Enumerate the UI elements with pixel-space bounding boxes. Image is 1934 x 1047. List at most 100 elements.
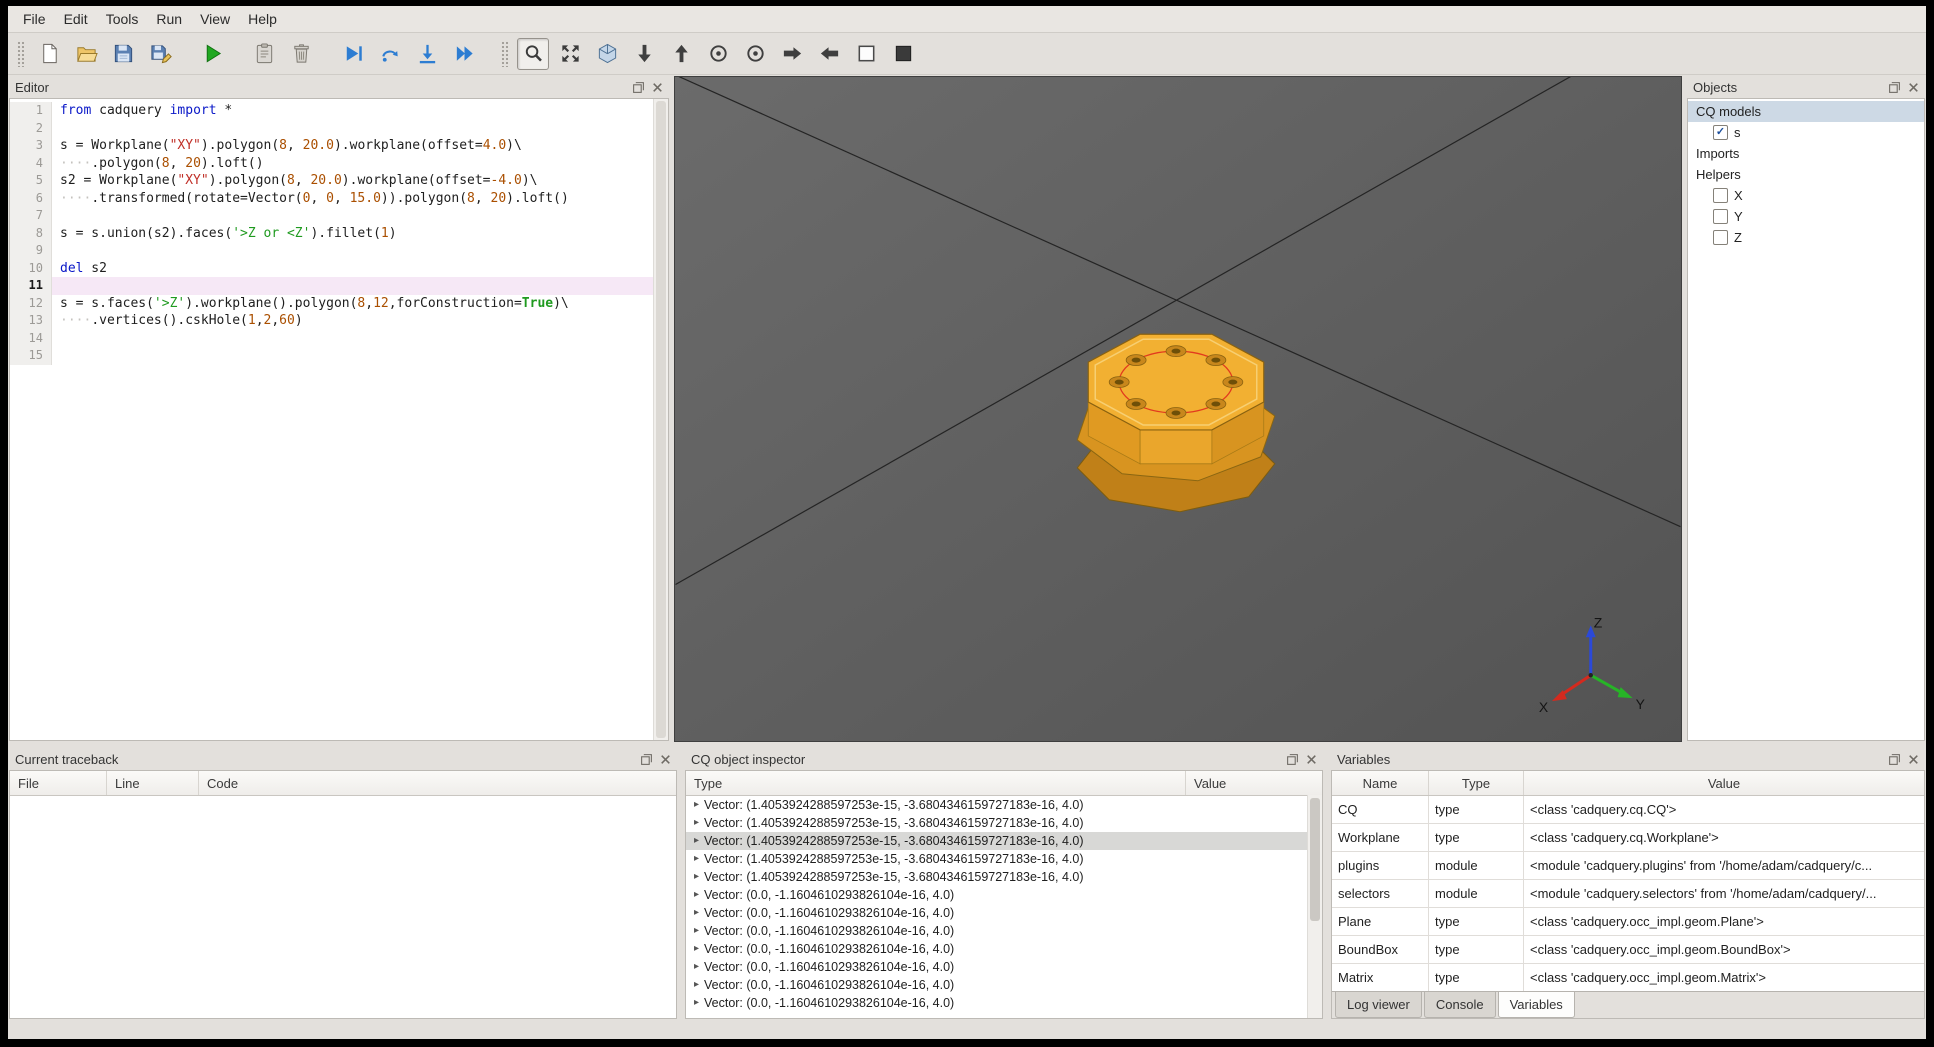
delete-button[interactable] [285, 38, 317, 70]
code-line[interactable]: 7 [10, 207, 654, 225]
code-line[interactable]: 6 ····.transformed(rotate=Vector(0, 0, 15… [10, 189, 654, 207]
variable-row[interactable]: selectors module <module 'cadquery.selecto… [1332, 880, 1924, 908]
code-editor[interactable]: 1 from cadquery import * 2 3 s = Workplane("… [9, 98, 669, 741]
debug-button[interactable] [337, 38, 369, 70]
float-panel-button[interactable] [1285, 751, 1301, 767]
inspector-row[interactable]: ▸ Vector: (1.4053924288597253e-15, -3.680… [686, 850, 1308, 868]
column-header-type[interactable]: Type [1429, 771, 1524, 795]
editor-scrollbar[interactable] [653, 99, 668, 740]
close-panel-button[interactable] [658, 751, 674, 767]
continue-button[interactable] [448, 38, 480, 70]
expand-arrow-icon[interactable]: ▸ [686, 940, 704, 958]
clipboard-button[interactable] [248, 38, 280, 70]
viewport-canvas[interactable]: Z X Y [675, 77, 1681, 741]
checkbox-s[interactable]: ✓ [1713, 125, 1728, 140]
inspector-row[interactable]: ▸ Vector: (0.0, -1.1604610293826104e-16, … [686, 922, 1308, 940]
code-line[interactable]: 15 [10, 347, 654, 365]
expand-arrow-icon[interactable]: ▸ [686, 994, 704, 1012]
code-line[interactable]: 8 s = s.union(s2).faces('>Z or <Z').fille… [10, 224, 654, 242]
close-panel-button[interactable] [1906, 751, 1922, 767]
column-header-line[interactable]: Line [107, 771, 199, 795]
column-header-name[interactable]: Name [1332, 771, 1429, 795]
checkbox-y[interactable] [1713, 209, 1728, 224]
inspector-row[interactable]: ▸ Vector: (1.4053924288597253e-15, -3.680… [686, 868, 1308, 886]
step-into-button[interactable] [411, 38, 443, 70]
toolbar-handle[interactable] [501, 40, 508, 67]
code-line[interactable]: 2 [10, 119, 654, 137]
code-line[interactable]: 14 [10, 329, 654, 347]
code-line[interactable]: 13 ····.vertices().cskHole(1,2,60) [10, 312, 654, 330]
tab-console[interactable]: Console [1423, 992, 1496, 1018]
menu-file[interactable]: File [14, 6, 55, 32]
expand-arrow-icon[interactable]: ▸ [686, 832, 704, 850]
column-header-value[interactable]: Value [1186, 771, 1322, 795]
close-panel-button[interactable] [1304, 751, 1320, 767]
tree-group-imports[interactable]: Imports [1688, 143, 1924, 164]
code-line[interactable]: 10 del s2 [10, 259, 654, 277]
inspector-row[interactable]: ▸ Vector: (0.0, -1.1604610293826104e-16, … [686, 940, 1308, 958]
close-panel-button[interactable] [650, 79, 666, 95]
iso-view-button[interactable] [591, 38, 623, 70]
checkbox-z[interactable] [1713, 230, 1728, 245]
new-file-button[interactable] [33, 38, 65, 70]
expand-arrow-icon[interactable]: ▸ [686, 796, 704, 814]
code-line[interactable]: 9 [10, 242, 654, 260]
expand-arrow-icon[interactable]: ▸ [686, 976, 704, 994]
code-line[interactable]: 3 s = Workplane("XY").polygon(8, 20.0).wo… [10, 137, 654, 155]
code-line[interactable]: 4 ····.polygon(8, 20).loft() [10, 154, 654, 172]
variable-row[interactable]: plugins module <module 'cadquery.plugins' … [1332, 852, 1924, 880]
tree-item-x[interactable]: X [1688, 185, 1924, 206]
close-panel-button[interactable] [1906, 79, 1922, 95]
save-as-button[interactable] [144, 38, 176, 70]
column-header-file[interactable]: File [10, 771, 107, 795]
rear-view-button[interactable] [739, 38, 771, 70]
shaded-button[interactable] [887, 38, 919, 70]
fit-all-button[interactable] [554, 38, 586, 70]
tree-item-s[interactable]: ✓ s [1688, 122, 1924, 143]
open-button[interactable] [70, 38, 102, 70]
menu-tools[interactable]: Tools [97, 6, 148, 32]
menu-help[interactable]: Help [239, 6, 286, 32]
expand-arrow-icon[interactable]: ▸ [686, 904, 704, 922]
expand-arrow-icon[interactable]: ▸ [686, 886, 704, 904]
editor-scrollbar-thumb[interactable] [656, 101, 666, 738]
right-view-button[interactable] [813, 38, 845, 70]
code-area[interactable]: 1 from cadquery import * 2 3 s = Workplane("… [10, 99, 654, 740]
inspector-row[interactable]: ▸ Vector: (0.0, -1.1604610293826104e-16, … [686, 886, 1308, 904]
render-button[interactable] [196, 38, 228, 70]
inspector-row[interactable]: ▸ Vector: (0.0, -1.1604610293826104e-16, … [686, 904, 1308, 922]
column-header-type[interactable]: Type [686, 771, 1186, 795]
tab-variables[interactable]: Variables [1497, 992, 1575, 1018]
float-panel-button[interactable] [1887, 79, 1903, 95]
variable-row[interactable]: Plane type <class 'cadquery.occ_impl.geom.… [1332, 908, 1924, 936]
inspector-row[interactable]: ▸ Vector: (0.0, -1.1604610293826104e-16, … [686, 994, 1308, 1012]
tree-group-helpers[interactable]: Helpers [1688, 164, 1924, 185]
inspector-scrollbar[interactable] [1307, 795, 1322, 1018]
save-button[interactable] [107, 38, 139, 70]
float-panel-button[interactable] [1887, 751, 1903, 767]
fit-button[interactable] [517, 37, 549, 70]
inspector-row[interactable]: ▸ Vector: (1.4053924288597253e-15, -3.680… [686, 814, 1308, 832]
expand-arrow-icon[interactable]: ▸ [686, 868, 704, 886]
code-line[interactable]: 1 from cadquery import * [10, 102, 654, 120]
inspector-row[interactable]: ▸ Vector: (1.4053924288597253e-15, -3.680… [686, 796, 1308, 814]
viewport-3d[interactable]: Z X Y [674, 76, 1682, 742]
variable-row[interactable]: CQ type <class 'cadquery.cq.CQ'> [1332, 796, 1924, 824]
variable-row[interactable]: Matrix type <class 'cadquery.occ_impl.geom… [1332, 964, 1924, 992]
wireframe-button[interactable] [850, 38, 882, 70]
tab-log-viewer[interactable]: Log viewer [1335, 992, 1422, 1018]
variable-row[interactable]: BoundBox type <class 'cadquery.occ_impl.ge… [1332, 936, 1924, 964]
inspector-scrollbar-thumb[interactable] [1310, 798, 1320, 921]
menu-edit[interactable]: Edit [55, 6, 97, 32]
float-panel-button[interactable] [631, 79, 647, 95]
code-line[interactable]: 5 s2 = Workplane("XY").polygon(8, 20.0).w… [10, 172, 654, 190]
top-view-button[interactable] [628, 38, 660, 70]
tree-item-y[interactable]: Y [1688, 206, 1924, 227]
inspector-row[interactable]: ▸ Vector: (1.4053924288597253e-15, -3.680… [686, 832, 1308, 850]
step-over-button[interactable] [374, 38, 406, 70]
float-panel-button[interactable] [639, 751, 655, 767]
expand-arrow-icon[interactable]: ▸ [686, 922, 704, 940]
checkbox-x[interactable] [1713, 188, 1728, 203]
column-header-code[interactable]: Code [199, 771, 676, 795]
expand-arrow-icon[interactable]: ▸ [686, 814, 704, 832]
